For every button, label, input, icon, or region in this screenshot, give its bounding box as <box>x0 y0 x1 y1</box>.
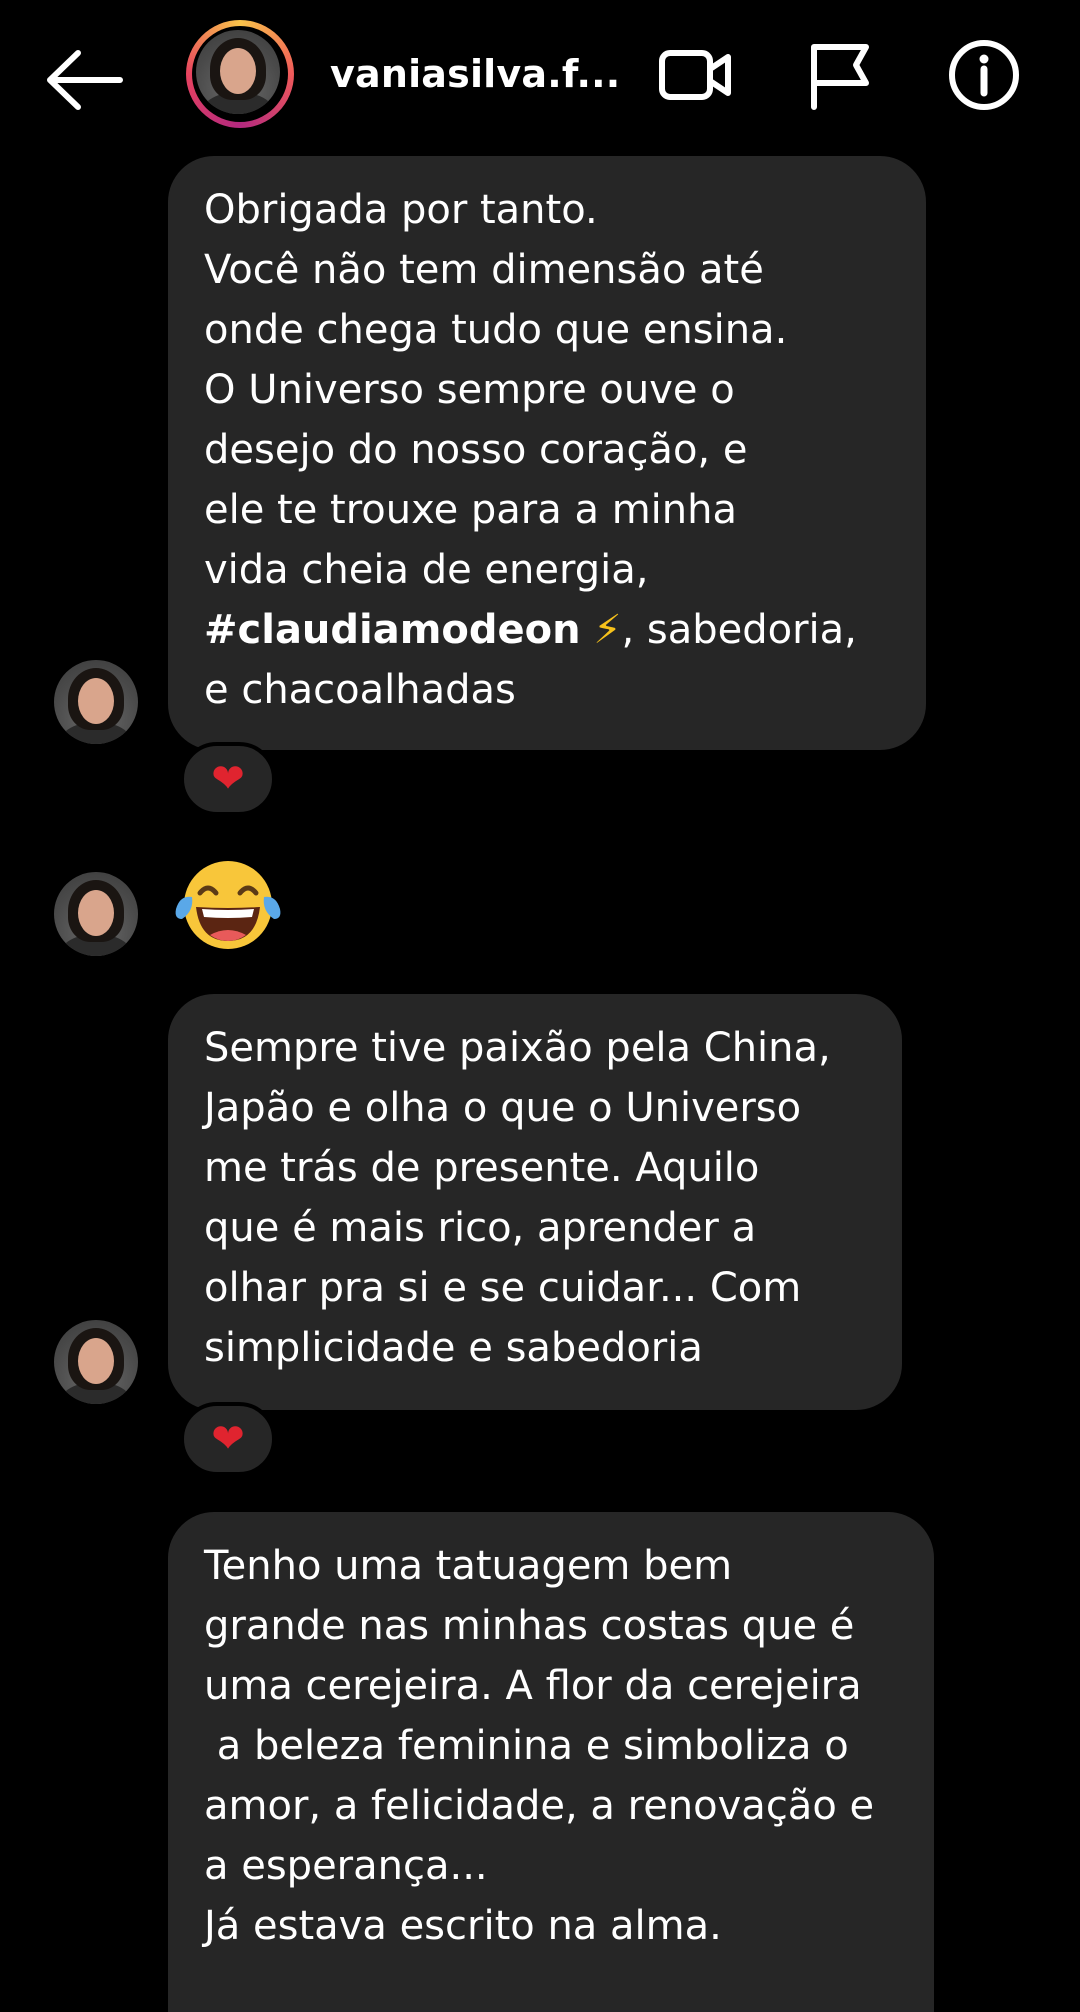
message-line: Você não tem dimensão até <box>204 247 764 293</box>
message-line: vida cheia de energia, <box>204 547 649 593</box>
message-line: Obrigada por tanto. <box>204 187 598 233</box>
message-line: desejo do nosso coração, e <box>204 427 748 473</box>
hashtag-link[interactable]: #claudiamodeon <box>204 607 581 653</box>
message-line: ele te trouxe para a minha <box>204 487 737 533</box>
message-line: O Universo sempre ouve o <box>204 367 735 413</box>
message-line: me trás de presente. Aquilo <box>204 1145 760 1191</box>
heart-reaction[interactable]: ❤ <box>180 742 276 816</box>
message-line: amor, a felicidade, a renovação e <box>204 1783 875 1829</box>
message-line: #claudiamodeon ⚡, sabedoria, <box>204 600 890 660</box>
heart-reaction[interactable]: ❤ <box>180 1402 276 1476</box>
chat-username[interactable]: vaniasilva.f... <box>330 52 620 96</box>
message-line: Já estava escrito na alma. <box>204 1903 722 1949</box>
sender-avatar[interactable] <box>54 872 138 956</box>
message-line: simplicidade e sabedoria <box>204 1325 703 1371</box>
info-icon[interactable] <box>944 35 1024 115</box>
chat-header: vaniasilva.f... <box>0 0 1080 150</box>
message-bubble[interactable]: Obrigada por tanto. Você não tem dimensã… <box>168 156 926 750</box>
message-line: uma cerejeira. A flor da cerejeira <box>204 1663 862 1709</box>
back-arrow-icon[interactable] <box>40 45 130 115</box>
message-line: e chacoalhadas <box>204 667 516 713</box>
sender-avatar[interactable] <box>54 1320 138 1404</box>
message-line: que é mais rico, aprender a <box>204 1205 757 1251</box>
message-bubble[interactable]: Tenho uma tatuagem bem grande nas minhas… <box>168 1512 934 2012</box>
message-text: , sabedoria, <box>621 607 857 653</box>
laughing-tears-emoji-icon[interactable] <box>170 855 286 959</box>
report-flag-icon[interactable] <box>800 35 880 115</box>
message-bubble[interactable]: Sempre tive paixão pela China, Japão e o… <box>168 994 902 1410</box>
message-line: Tenho uma tatuagem bem <box>204 1543 733 1589</box>
message-line: olhar pra si e se cuidar... Com <box>204 1265 802 1311</box>
sender-avatar[interactable] <box>54 660 138 744</box>
message-line: a beleza feminina e simboliza o <box>204 1723 849 1769</box>
message-line: Japão e olha o que o Universo <box>204 1085 802 1131</box>
message-line: grande nas minhas costas que é <box>204 1603 855 1649</box>
message-line: a esperança... <box>204 1843 488 1889</box>
lightning-emoji: ⚡ <box>593 607 622 653</box>
message-line: onde chega tudo que ensina. <box>204 307 788 353</box>
message-line: Sempre tive paixão pela China, <box>204 1025 831 1071</box>
profile-avatar[interactable] <box>186 20 294 128</box>
profile-photo <box>196 30 280 114</box>
video-call-icon[interactable] <box>656 35 736 115</box>
